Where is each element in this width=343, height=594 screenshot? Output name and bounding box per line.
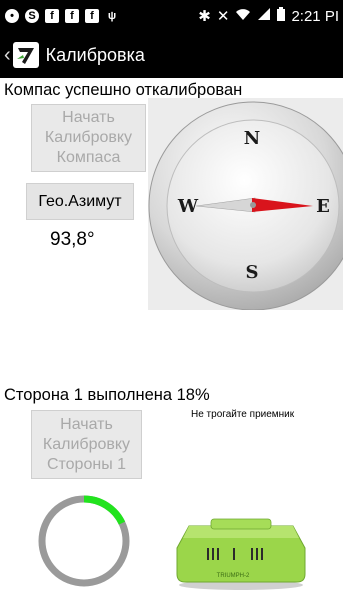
compass-north-label: N <box>244 128 260 149</box>
facebook-icon: f <box>45 9 59 23</box>
receiver-note: Не трогайте приемник <box>191 409 295 420</box>
compass-panel: N S W E <box>148 98 343 311</box>
start-compass-calibration-button[interactable]: Начать Калибровку Компаса <box>31 104 146 172</box>
progress-fill <box>83 495 126 525</box>
skype-icon: S <box>25 9 39 23</box>
receiver-label: TRIUMPH-2 <box>217 573 250 579</box>
back-chevron-icon[interactable]: ‹ <box>4 44 11 67</box>
side-calibration-status: Сторона 1 выполнена 18% <box>4 386 210 404</box>
battery-icon <box>277 7 286 25</box>
mute-icon: ✕ <box>216 8 230 25</box>
wifi-icon <box>235 7 251 25</box>
start-side-calibration-button[interactable]: Начать Калибровку Стороны 1 <box>31 410 142 479</box>
facebook-icon: f <box>85 9 99 23</box>
message-icon: • <box>5 9 19 23</box>
compass-south-label: S <box>246 262 259 283</box>
app-logo-icon[interactable] <box>12 42 39 68</box>
compass-east-label: E <box>316 196 330 217</box>
facebook-icon: f <box>65 9 79 23</box>
gnss-receiver-image: TRIUMPH-2 <box>176 518 306 590</box>
clock: 2:21 PI <box>291 7 339 25</box>
bluetooth-icon: ✱ <box>198 8 211 25</box>
geo-azimuth-button[interactable]: Гео.Азимут <box>26 183 134 220</box>
compass-west-label: W <box>177 196 199 217</box>
signal-icon <box>257 7 271 25</box>
calibration-progress-ring <box>38 495 130 587</box>
action-bar: ‹ Калибровка <box>0 32 343 78</box>
compass-icon: N S W E <box>148 101 343 311</box>
usb-icon: ψ <box>107 10 117 22</box>
status-bar: • S f f f ψ ✱ ✕ 2:21 PI <box>0 0 343 32</box>
page-title: Калибровка <box>45 44 145 65</box>
azimuth-value: 93,8° <box>50 229 95 250</box>
